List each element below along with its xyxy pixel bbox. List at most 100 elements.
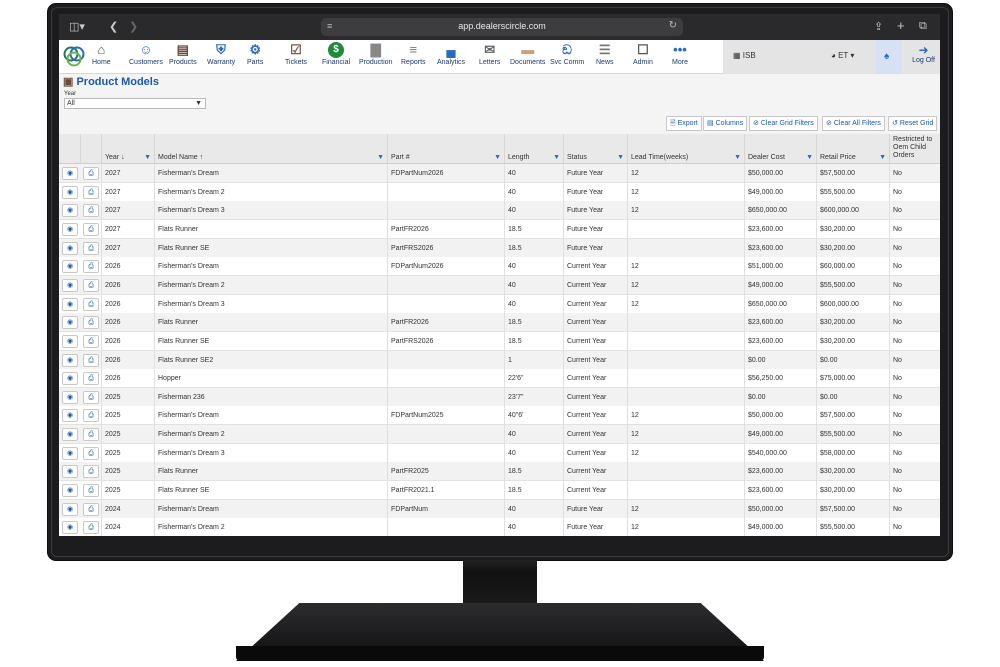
- header-dealer-cost[interactable]: Dealer Cost ▼: [744, 134, 816, 164]
- table-row[interactable]: ◉ ⎙ 2026 Fisherman's Dream 2 40 Current Year 1…: [59, 275, 940, 295]
- table-row[interactable]: ◉ ⎙ 2026 Flats Runner PartFR2026 18.5 Current …: [59, 313, 940, 333]
- header-restricted[interactable]: Restricted to Oem Child Orders: [889, 134, 940, 164]
- table-row[interactable]: ◉ ⎙ 2025 Fisherman 236 23'7" Current Year $0.0…: [59, 387, 940, 407]
- timezone-selector[interactable]: ◕ ET ▾: [831, 51, 854, 60]
- print-icon[interactable]: ⎙: [83, 372, 99, 386]
- header-status[interactable]: Status ▼: [563, 134, 627, 164]
- columns-button[interactable]: ▤ Columns: [703, 116, 748, 131]
- table-row[interactable]: ◉ ⎙ 2027 Fisherman's Dream 3 40 Future Year 12…: [59, 201, 940, 221]
- address-bar[interactable]: ≡ app.dealerscircle.com ↻: [321, 18, 683, 36]
- table-row[interactable]: ◉ ⎙ 2027 Flats Runner SE PartFRS2026 18.5 Futu…: [59, 238, 940, 258]
- filter-icon[interactable]: ▼: [553, 154, 560, 161]
- print-icon[interactable]: ⎙: [83, 465, 99, 479]
- view-eye-icon[interactable]: ◉: [62, 446, 78, 460]
- table-row[interactable]: ◉ ⎙ 2025 Fisherman's Dream FDPartNum2025 40"6…: [59, 406, 940, 426]
- table-row[interactable]: ◉ ⎙ 2025 Fisherman's Dream 3 40 Current Year 1…: [59, 443, 940, 463]
- view-eye-icon[interactable]: ◉: [62, 390, 78, 404]
- nav-item-documents[interactable]: ▬ Documents: [510, 42, 545, 66]
- print-icon[interactable]: ⎙: [83, 446, 99, 460]
- print-icon[interactable]: ⎙: [83, 222, 99, 236]
- table-row[interactable]: ◉ ⎙ 2024 Fisherman's Dream FDPartNum 40 Future…: [59, 499, 940, 519]
- nav-item-home[interactable]: ⌂ Home: [92, 42, 111, 66]
- nav-item-warranty[interactable]: ⛨ Warranty: [207, 42, 235, 66]
- print-icon[interactable]: ⎙: [83, 278, 99, 292]
- view-eye-icon[interactable]: ◉: [62, 222, 78, 236]
- table-row[interactable]: ◉ ⎙ 2026 Hopper 22'6" Current Year $56,250.00 $…: [59, 369, 940, 389]
- print-icon[interactable]: ⎙: [83, 241, 99, 255]
- forward-arrow-icon[interactable]: ❯: [129, 20, 138, 33]
- print-icon[interactable]: ⎙: [83, 167, 99, 180]
- table-row[interactable]: ◉ ⎙ 2025 Flats Runner PartFR2025 18.5 Current …: [59, 462, 940, 482]
- header-part-number[interactable]: Part # ▼: [387, 134, 504, 164]
- filter-icon[interactable]: ▼: [879, 154, 886, 161]
- clear-all-filters-button[interactable]: ⊘ Clear All Filters: [822, 116, 885, 131]
- new-tab-icon[interactable]: +: [897, 18, 905, 33]
- notifications-button[interactable]: ♠: [876, 40, 902, 74]
- reload-icon[interactable]: ↻: [669, 20, 677, 31]
- nav-item-products[interactable]: ▤ Products: [169, 42, 197, 66]
- print-icon[interactable]: ⎙: [83, 484, 99, 498]
- view-eye-icon[interactable]: ◉: [62, 372, 78, 386]
- table-row[interactable]: ◉ ⎙ 2027 Fisherman's Dream FDPartNum2026 40 Fu…: [59, 164, 940, 183]
- print-icon[interactable]: ⎙: [83, 409, 99, 423]
- nav-item-analytics[interactable]: ▄ Analytics: [437, 42, 465, 66]
- view-eye-icon[interactable]: ◉: [62, 167, 78, 180]
- view-eye-icon[interactable]: ◉: [62, 260, 78, 274]
- view-eye-icon[interactable]: ◉: [62, 316, 78, 330]
- nav-item-reports[interactable]: ≡ Reports: [401, 42, 426, 66]
- location-selector[interactable]: ▦ ISB: [733, 51, 756, 60]
- header-length[interactable]: Length ▼: [504, 134, 563, 164]
- nav-item-news[interactable]: ☰ News: [596, 42, 614, 66]
- view-eye-icon[interactable]: ◉: [62, 428, 78, 442]
- tab-overview-icon[interactable]: ⧉: [919, 20, 927, 33]
- print-icon[interactable]: ⎙: [83, 204, 99, 218]
- print-icon[interactable]: ⎙: [83, 316, 99, 330]
- view-eye-icon[interactable]: ◉: [62, 241, 78, 255]
- table-row[interactable]: ◉ ⎙ 2027 Fisherman's Dream 2 40 Future Year 12…: [59, 182, 940, 202]
- table-row[interactable]: ◉ ⎙ 2026 Fisherman's Dream 3 40 Current Year 1…: [59, 294, 940, 314]
- back-arrow-icon[interactable]: ❮: [109, 20, 118, 33]
- print-icon[interactable]: ⎙: [83, 428, 99, 442]
- view-eye-icon[interactable]: ◉: [62, 353, 78, 367]
- nav-item-admin[interactable]: ☐ Admin: [633, 42, 653, 66]
- header-retail-price[interactable]: Retail Price ▼: [816, 134, 889, 164]
- table-row[interactable]: ◉ ⎙ 2027 Flats Runner PartFR2026 18.5 Future Y…: [59, 219, 940, 239]
- header-year[interactable]: Year ↓ ▼: [101, 134, 154, 164]
- print-icon[interactable]: ⎙: [83, 297, 99, 311]
- filter-icon[interactable]: ▼: [806, 154, 813, 161]
- filter-icon[interactable]: ▼: [617, 154, 624, 161]
- nav-item-customers[interactable]: ☺ Customers: [129, 42, 163, 66]
- sidebar-toggle-icon[interactable]: ◫▾: [69, 20, 85, 33]
- view-eye-icon[interactable]: ◉: [62, 334, 78, 348]
- clear-grid-filters-button[interactable]: ⊘ Clear Grid Filters: [749, 116, 818, 131]
- print-icon[interactable]: ⎙: [83, 260, 99, 274]
- export-button[interactable]: 🗎 Export: [666, 116, 702, 131]
- table-row[interactable]: ◉ ⎙ 2025 Flats Runner SE PartFR2021.1 18.5 Cur…: [59, 481, 940, 501]
- view-eye-icon[interactable]: ◉: [62, 502, 78, 516]
- view-eye-icon[interactable]: ◉: [62, 521, 78, 535]
- print-icon[interactable]: ⎙: [83, 353, 99, 367]
- print-icon[interactable]: ⎙: [83, 185, 99, 199]
- log-off-button[interactable]: ➜ Log Off: [907, 43, 940, 64]
- filter-icon[interactable]: ▼: [144, 154, 151, 161]
- view-eye-icon[interactable]: ◉: [62, 278, 78, 292]
- print-icon[interactable]: ⎙: [83, 502, 99, 516]
- dealerscircle-logo[interactable]: [62, 44, 86, 68]
- table-row[interactable]: ◉ ⎙ 2026 Flats Runner SE PartFRS2026 18.5 Curr…: [59, 331, 940, 351]
- header-model-name[interactable]: Model Name ↑ ▼: [154, 134, 387, 164]
- year-filter-select[interactable]: All ▼: [64, 98, 206, 109]
- nav-item-financial[interactable]: $ Financial: [322, 42, 350, 66]
- view-eye-icon[interactable]: ◉: [62, 409, 78, 423]
- header-lead-time[interactable]: Lead Time(weeks) ▼: [627, 134, 744, 164]
- share-icon[interactable]: ⇪: [874, 20, 883, 33]
- table-row[interactable]: ◉ ⎙ 2025 Fisherman's Dream 2 40 Current Year 1…: [59, 425, 940, 445]
- nav-item-tickets[interactable]: ☑ Tickets: [285, 42, 307, 66]
- view-eye-icon[interactable]: ◉: [62, 297, 78, 311]
- table-row[interactable]: ◉ ⎙ 2026 Flats Runner SE2 1 Current Year $0.00…: [59, 350, 940, 370]
- print-icon[interactable]: ⎙: [83, 521, 99, 535]
- print-icon[interactable]: ⎙: [83, 334, 99, 348]
- view-eye-icon[interactable]: ◉: [62, 465, 78, 479]
- view-eye-icon[interactable]: ◉: [62, 185, 78, 199]
- print-icon[interactable]: ⎙: [83, 390, 99, 404]
- view-eye-icon[interactable]: ◉: [62, 484, 78, 498]
